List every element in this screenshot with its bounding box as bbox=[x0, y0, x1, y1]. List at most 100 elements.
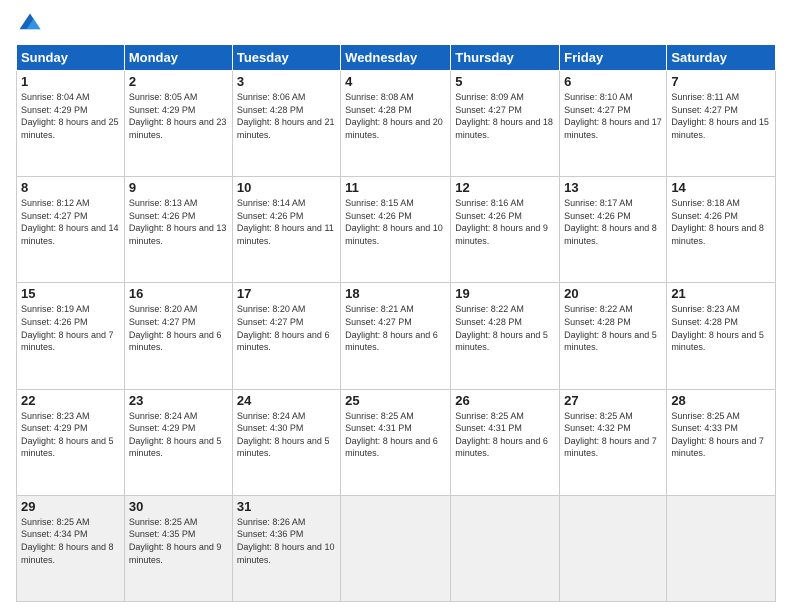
weekday-friday: Friday bbox=[560, 45, 667, 71]
weekday-thursday: Thursday bbox=[451, 45, 560, 71]
day-info: Sunrise: 8:05 AM Sunset: 4:29 PM Dayligh… bbox=[129, 91, 228, 141]
day-cell: 10 Sunrise: 8:14 AM Sunset: 4:26 PM Dayl… bbox=[232, 177, 340, 283]
day-cell: 19 Sunrise: 8:22 AM Sunset: 4:28 PM Dayl… bbox=[451, 283, 560, 389]
day-number: 28 bbox=[671, 393, 771, 408]
day-info: Sunrise: 8:26 AM Sunset: 4:36 PM Dayligh… bbox=[237, 516, 336, 566]
day-number: 4 bbox=[345, 74, 446, 89]
day-info: Sunrise: 8:24 AM Sunset: 4:29 PM Dayligh… bbox=[129, 410, 228, 460]
day-number: 25 bbox=[345, 393, 446, 408]
day-number: 6 bbox=[564, 74, 662, 89]
day-number: 18 bbox=[345, 286, 446, 301]
day-cell: 17 Sunrise: 8:20 AM Sunset: 4:27 PM Dayl… bbox=[232, 283, 340, 389]
day-number: 30 bbox=[129, 499, 228, 514]
day-info: Sunrise: 8:09 AM Sunset: 4:27 PM Dayligh… bbox=[455, 91, 555, 141]
day-info: Sunrise: 8:23 AM Sunset: 4:28 PM Dayligh… bbox=[671, 303, 771, 353]
day-info: Sunrise: 8:23 AM Sunset: 4:29 PM Dayligh… bbox=[21, 410, 120, 460]
day-info: Sunrise: 8:17 AM Sunset: 4:26 PM Dayligh… bbox=[564, 197, 662, 247]
day-cell: 6 Sunrise: 8:10 AM Sunset: 4:27 PM Dayli… bbox=[560, 71, 667, 177]
day-cell: 22 Sunrise: 8:23 AM Sunset: 4:29 PM Dayl… bbox=[17, 389, 125, 495]
weekday-wednesday: Wednesday bbox=[341, 45, 451, 71]
day-cell: 18 Sunrise: 8:21 AM Sunset: 4:27 PM Dayl… bbox=[341, 283, 451, 389]
day-cell: 12 Sunrise: 8:16 AM Sunset: 4:26 PM Dayl… bbox=[451, 177, 560, 283]
day-cell: 29 Sunrise: 8:25 AM Sunset: 4:34 PM Dayl… bbox=[17, 495, 125, 601]
week-row-4: 22 Sunrise: 8:23 AM Sunset: 4:29 PM Dayl… bbox=[17, 389, 776, 495]
day-cell: 23 Sunrise: 8:24 AM Sunset: 4:29 PM Dayl… bbox=[124, 389, 232, 495]
day-cell: 20 Sunrise: 8:22 AM Sunset: 4:28 PM Dayl… bbox=[560, 283, 667, 389]
day-number: 21 bbox=[671, 286, 771, 301]
day-info: Sunrise: 8:18 AM Sunset: 4:26 PM Dayligh… bbox=[671, 197, 771, 247]
day-cell: 15 Sunrise: 8:19 AM Sunset: 4:26 PM Dayl… bbox=[17, 283, 125, 389]
day-cell: 11 Sunrise: 8:15 AM Sunset: 4:26 PM Dayl… bbox=[341, 177, 451, 283]
day-info: Sunrise: 8:25 AM Sunset: 4:31 PM Dayligh… bbox=[345, 410, 446, 460]
weekday-header-row: SundayMondayTuesdayWednesdayThursdayFrid… bbox=[17, 45, 776, 71]
day-number: 12 bbox=[455, 180, 555, 195]
day-number: 14 bbox=[671, 180, 771, 195]
day-cell: 4 Sunrise: 8:08 AM Sunset: 4:28 PM Dayli… bbox=[341, 71, 451, 177]
day-number: 13 bbox=[564, 180, 662, 195]
day-number: 7 bbox=[671, 74, 771, 89]
day-number: 29 bbox=[21, 499, 120, 514]
week-row-1: 1 Sunrise: 8:04 AM Sunset: 4:29 PM Dayli… bbox=[17, 71, 776, 177]
logo-icon bbox=[16, 10, 44, 38]
day-info: Sunrise: 8:25 AM Sunset: 4:34 PM Dayligh… bbox=[21, 516, 120, 566]
day-number: 1 bbox=[21, 74, 120, 89]
calendar-table: SundayMondayTuesdayWednesdayThursdayFrid… bbox=[16, 44, 776, 602]
day-cell: 21 Sunrise: 8:23 AM Sunset: 4:28 PM Dayl… bbox=[667, 283, 776, 389]
day-info: Sunrise: 8:24 AM Sunset: 4:30 PM Dayligh… bbox=[237, 410, 336, 460]
day-cell: 1 Sunrise: 8:04 AM Sunset: 4:29 PM Dayli… bbox=[17, 71, 125, 177]
day-cell: 9 Sunrise: 8:13 AM Sunset: 4:26 PM Dayli… bbox=[124, 177, 232, 283]
day-info: Sunrise: 8:10 AM Sunset: 4:27 PM Dayligh… bbox=[564, 91, 662, 141]
weekday-tuesday: Tuesday bbox=[232, 45, 340, 71]
day-info: Sunrise: 8:20 AM Sunset: 4:27 PM Dayligh… bbox=[129, 303, 228, 353]
day-cell: 3 Sunrise: 8:06 AM Sunset: 4:28 PM Dayli… bbox=[232, 71, 340, 177]
day-number: 5 bbox=[455, 74, 555, 89]
header bbox=[16, 10, 776, 38]
day-number: 19 bbox=[455, 286, 555, 301]
day-info: Sunrise: 8:14 AM Sunset: 4:26 PM Dayligh… bbox=[237, 197, 336, 247]
day-cell: 25 Sunrise: 8:25 AM Sunset: 4:31 PM Dayl… bbox=[341, 389, 451, 495]
day-info: Sunrise: 8:22 AM Sunset: 4:28 PM Dayligh… bbox=[455, 303, 555, 353]
day-number: 8 bbox=[21, 180, 120, 195]
day-cell: 5 Sunrise: 8:09 AM Sunset: 4:27 PM Dayli… bbox=[451, 71, 560, 177]
page: SundayMondayTuesdayWednesdayThursdayFrid… bbox=[0, 0, 792, 612]
day-cell: 14 Sunrise: 8:18 AM Sunset: 4:26 PM Dayl… bbox=[667, 177, 776, 283]
day-number: 10 bbox=[237, 180, 336, 195]
day-info: Sunrise: 8:20 AM Sunset: 4:27 PM Dayligh… bbox=[237, 303, 336, 353]
week-row-3: 15 Sunrise: 8:19 AM Sunset: 4:26 PM Dayl… bbox=[17, 283, 776, 389]
day-number: 2 bbox=[129, 74, 228, 89]
day-info: Sunrise: 8:11 AM Sunset: 4:27 PM Dayligh… bbox=[671, 91, 771, 141]
day-info: Sunrise: 8:13 AM Sunset: 4:26 PM Dayligh… bbox=[129, 197, 228, 247]
weekday-sunday: Sunday bbox=[17, 45, 125, 71]
day-number: 15 bbox=[21, 286, 120, 301]
day-info: Sunrise: 8:25 AM Sunset: 4:33 PM Dayligh… bbox=[671, 410, 771, 460]
weekday-monday: Monday bbox=[124, 45, 232, 71]
weekday-saturday: Saturday bbox=[667, 45, 776, 71]
day-cell: 2 Sunrise: 8:05 AM Sunset: 4:29 PM Dayli… bbox=[124, 71, 232, 177]
day-cell: 24 Sunrise: 8:24 AM Sunset: 4:30 PM Dayl… bbox=[232, 389, 340, 495]
day-info: Sunrise: 8:25 AM Sunset: 4:31 PM Dayligh… bbox=[455, 410, 555, 460]
day-cell bbox=[451, 495, 560, 601]
day-cell bbox=[341, 495, 451, 601]
week-row-2: 8 Sunrise: 8:12 AM Sunset: 4:27 PM Dayli… bbox=[17, 177, 776, 283]
day-cell bbox=[560, 495, 667, 601]
day-number: 31 bbox=[237, 499, 336, 514]
day-number: 3 bbox=[237, 74, 336, 89]
day-info: Sunrise: 8:19 AM Sunset: 4:26 PM Dayligh… bbox=[21, 303, 120, 353]
day-info: Sunrise: 8:16 AM Sunset: 4:26 PM Dayligh… bbox=[455, 197, 555, 247]
day-info: Sunrise: 8:15 AM Sunset: 4:26 PM Dayligh… bbox=[345, 197, 446, 247]
day-number: 26 bbox=[455, 393, 555, 408]
day-cell: 16 Sunrise: 8:20 AM Sunset: 4:27 PM Dayl… bbox=[124, 283, 232, 389]
day-number: 22 bbox=[21, 393, 120, 408]
day-number: 23 bbox=[129, 393, 228, 408]
day-number: 20 bbox=[564, 286, 662, 301]
day-number: 16 bbox=[129, 286, 228, 301]
day-cell: 31 Sunrise: 8:26 AM Sunset: 4:36 PM Dayl… bbox=[232, 495, 340, 601]
day-number: 24 bbox=[237, 393, 336, 408]
day-cell: 8 Sunrise: 8:12 AM Sunset: 4:27 PM Dayli… bbox=[17, 177, 125, 283]
day-info: Sunrise: 8:08 AM Sunset: 4:28 PM Dayligh… bbox=[345, 91, 446, 141]
logo bbox=[16, 10, 48, 38]
day-cell: 28 Sunrise: 8:25 AM Sunset: 4:33 PM Dayl… bbox=[667, 389, 776, 495]
day-cell bbox=[667, 495, 776, 601]
day-cell: 26 Sunrise: 8:25 AM Sunset: 4:31 PM Dayl… bbox=[451, 389, 560, 495]
day-info: Sunrise: 8:21 AM Sunset: 4:27 PM Dayligh… bbox=[345, 303, 446, 353]
